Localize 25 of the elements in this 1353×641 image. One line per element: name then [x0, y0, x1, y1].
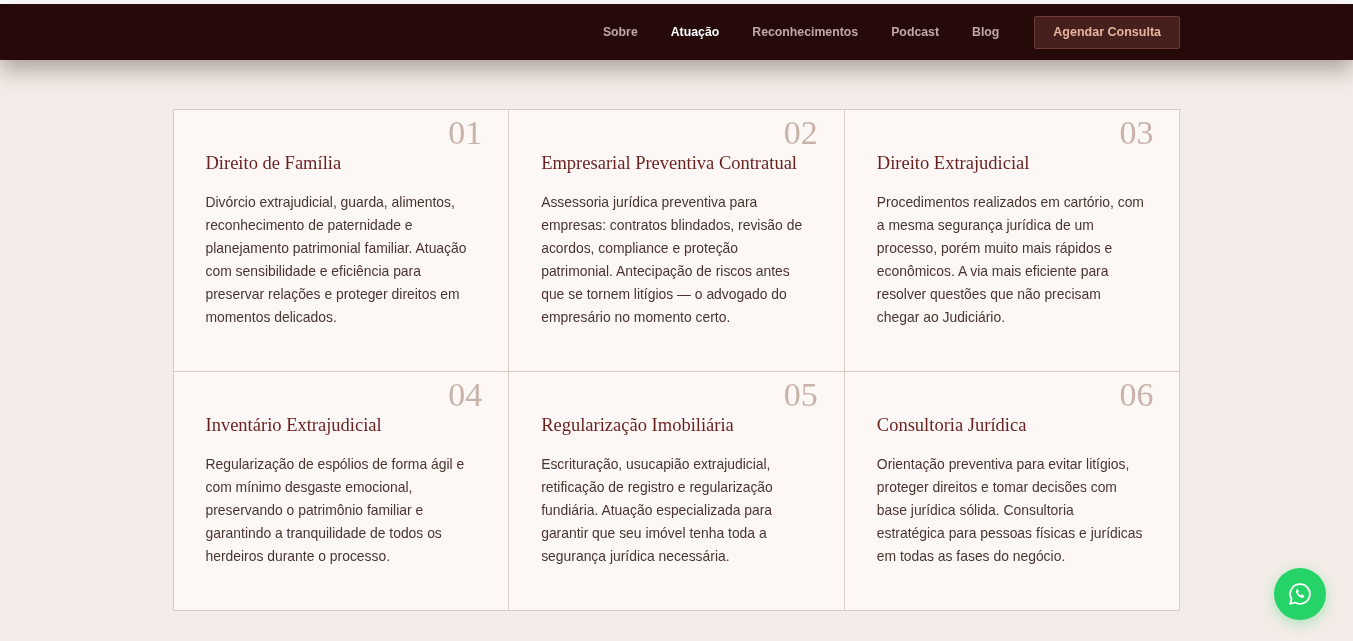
nav-link[interactable]: Reconhecimentos — [752, 25, 859, 39]
card-description: Orientação preventiva para evitar litígios, proteger direitos e tomar decisões com base jurídica sólida. Consultoria estratégica para pessoas físicas e jurídicas em todas as fases do negócio. — [876, 455, 1144, 566]
card-description: Assessoria jurídica preventiva para empresas: contratos blindados, revisão de acordos, compliance e proteção patrimonial. Antecipação de riscos antes que se tornem litígios — o advogado do empresário no momento certo. — [541, 193, 804, 327]
card-number: 06 — [1119, 378, 1154, 412]
card-description: Procedimentos realizados em cartório, com a mesma segurança jurídica de um processo, porém muito mais rápidos e econômicos. A via mais eficiente para resolver questões que não precisam chegar ao Judiciário. — [876, 193, 1145, 327]
card-number: 04 — [448, 378, 483, 412]
nav-link[interactable]: Podcast — [891, 25, 939, 39]
card-description: Regularização de espólios de forma ágil e com mínimo desgaste emocional, preservando o patrimônio familiar e garantindo a tranquilidade de todos os herdeiros durante o processo. — [205, 455, 466, 566]
card-title: Regularização Imobiliária — [541, 414, 734, 437]
nav-link[interactable]: Sobre — [602, 25, 638, 39]
card-number: 03 — [1119, 116, 1154, 150]
nav-link[interactable]: Blog — [972, 25, 1000, 39]
card-number: 01 — [448, 116, 483, 150]
schedule-consultation-button[interactable]: Agendar Consulta — [1034, 15, 1180, 49]
card-number: 02 — [783, 116, 818, 150]
card-number: 05 — [783, 378, 818, 412]
nav-link[interactable]: Atuação — [670, 25, 720, 39]
card-title: Direito Extrajudicial — [876, 152, 1030, 175]
card-title: Inventário Extrajudicial — [205, 414, 382, 437]
chat-phone-icon — [1288, 582, 1312, 606]
card-title: Empresarial Preventiva Contratual — [541, 152, 797, 175]
card-title: Direito de Família — [205, 152, 342, 175]
card-title: Consultoria Jurídica — [876, 414, 1027, 437]
card-description: Divórcio extrajudicial, guarda, alimentos, reconhecimento de paternidade e planejamento patrimonial familiar. Atuação com sensibilidade e eficiência para preservar relações e proteger direitos em momentos delicados. — [205, 193, 468, 327]
card-description: Escrituração, usucapião extrajudicial, retificação de registro e regularização fundiária. Atuação especializada para garantir que seu imóvel tenha toda a segurança jurídica necessária. — [541, 455, 774, 566]
